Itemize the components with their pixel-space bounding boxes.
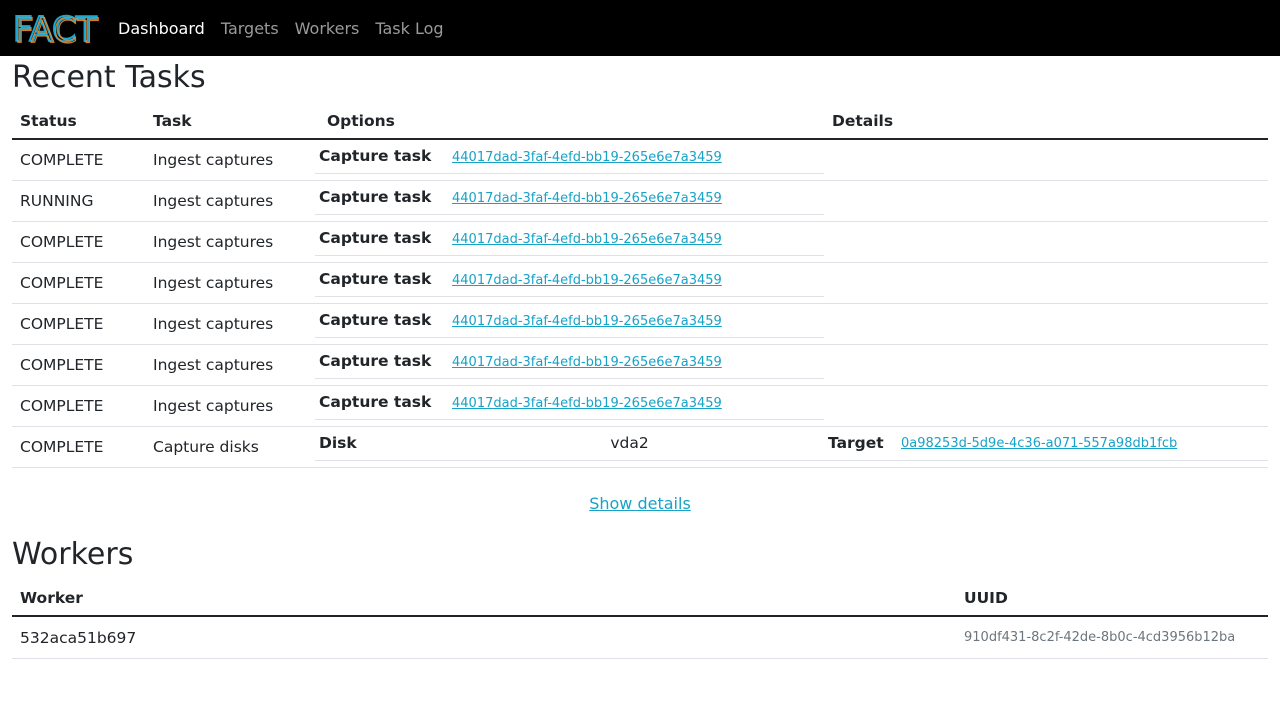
table-row: COMPLETE Ingest captures Capture task 440… [12,262,1268,304]
task-options: Disk vda2 [315,426,824,468]
table-header-row: Status Task Options Details [12,104,1268,140]
task-details [824,262,1268,304]
task-name: Ingest captures [145,303,315,345]
task-name: Ingest captures [145,385,315,427]
option-label: Capture task [319,311,432,329]
task-options: Capture task 44017dad-3faf-4efd-bb19-265e… [315,221,824,263]
workers-table: Worker UUID 532aca51b697 910df431-8c2f-4… [12,581,1268,659]
option-label: Capture task [319,270,432,288]
option-label: Capture task [319,352,432,370]
fact-logo[interactable]: FACT FACT [12,11,104,45]
table-row: COMPLETE Ingest captures Capture task 440… [12,344,1268,386]
table-row: COMPLETE Ingest captures Capture task 440… [12,385,1268,427]
task-details [824,139,1268,181]
task-options: Capture task 44017dad-3faf-4efd-bb19-265e… [315,385,824,427]
capture-task-link[interactable]: 44017dad-3faf-4efd-bb19-265e6e7a3459 [452,191,722,206]
task-status: COMPLETE [12,262,145,304]
table-row: COMPLETE Ingest captures Capture task 440… [12,221,1268,263]
task-status: COMPLETE [12,139,145,181]
capture-task-link[interactable]: 44017dad-3faf-4efd-bb19-265e6e7a3459 [452,150,722,165]
task-name: Ingest captures [145,180,315,222]
target-link[interactable]: 0a98253d-5d9e-4c36-a071-557a98db1fcb [901,436,1177,451]
task-options: Capture task 44017dad-3faf-4efd-bb19-265e… [315,139,824,181]
task-status: COMPLETE [12,344,145,386]
option-label: Capture task [319,147,432,165]
capture-task-link[interactable]: 44017dad-3faf-4efd-bb19-265e6e7a3459 [452,396,722,411]
capture-task-link[interactable]: 44017dad-3faf-4efd-bb19-265e6e7a3459 [452,273,722,288]
task-status: COMPLETE [12,303,145,345]
disk-value: vda2 [610,434,649,452]
capture-task-link[interactable]: 44017dad-3faf-4efd-bb19-265e6e7a3459 [452,314,722,329]
workers-title: Workers [12,537,134,572]
task-header: Task [145,104,315,140]
table-row: 532aca51b697 910df431-8c2f-42de-8b0c-4cd… [12,616,1268,659]
svg-text:FACT: FACT [15,12,99,46]
task-details [824,180,1268,222]
table-row: RUNNING Ingest captures Capture task 4401… [12,180,1268,222]
task-name: Ingest captures [145,344,315,386]
task-status: COMPLETE [12,426,145,468]
worker-header: Worker [12,581,956,617]
status-header: Status [12,104,145,140]
option-label: Disk [319,434,357,452]
option-label: Capture task [319,229,432,247]
table-header-row: Worker UUID [12,581,1268,617]
task-details [824,344,1268,386]
option-label: Capture task [319,188,432,206]
task-options: Capture task 44017dad-3faf-4efd-bb19-265e… [315,303,824,345]
nav-workers[interactable]: Workers [295,19,360,38]
task-name: Ingest captures [145,221,315,263]
task-options: Capture task 44017dad-3faf-4efd-bb19-265e… [315,344,824,386]
nav-targets[interactable]: Targets [221,19,279,38]
worker-uuid: 910df431-8c2f-42de-8b0c-4cd3956b12ba [956,616,1268,659]
task-options: Capture task 44017dad-3faf-4efd-bb19-265e… [315,262,824,304]
options-header: Options [315,104,824,140]
task-name: Ingest captures [145,262,315,304]
navbar: FACT FACT Dashboard Targets Workers Task… [0,0,1280,56]
task-status: COMPLETE [12,221,145,263]
task-name: Capture disks [145,426,315,468]
detail-label: Target [828,434,884,452]
show-details-container: Show details [12,494,1268,513]
table-row: COMPLETE Ingest captures Capture task 440… [12,139,1268,181]
option-label: Capture task [319,393,432,411]
task-details [824,385,1268,427]
task-details [824,221,1268,263]
nav-dashboard[interactable]: Dashboard [118,19,205,38]
table-row: COMPLETE Ingest captures Capture task 440… [12,303,1268,345]
table-row: COMPLETE Capture disks Disk vda2 Target 0a… [12,426,1268,468]
uuid-header: UUID [956,581,1268,617]
task-name: Ingest captures [145,139,315,181]
capture-task-link[interactable]: 44017dad-3faf-4efd-bb19-265e6e7a3459 [452,355,722,370]
task-details: Target 0a98253d-5d9e-4c36-a071-557a98db1f… [824,426,1268,468]
worker-name: 532aca51b697 [12,616,956,659]
details-header: Details [824,104,1268,140]
recent-tasks-table: Status Task Options Details COMPLETE Ing… [12,104,1268,468]
nav-task-log[interactable]: Task Log [375,19,443,38]
show-details-link[interactable]: Show details [589,494,691,513]
main-content: Recent Tasks Status Task Options Details… [0,60,1280,659]
task-status: COMPLETE [12,385,145,427]
capture-task-link[interactable]: 44017dad-3faf-4efd-bb19-265e6e7a3459 [452,232,722,247]
task-status: RUNNING [12,180,145,222]
recent-tasks-title: Recent Tasks [12,60,206,95]
task-details [824,303,1268,345]
task-options: Capture task 44017dad-3faf-4efd-bb19-265e… [315,180,824,222]
